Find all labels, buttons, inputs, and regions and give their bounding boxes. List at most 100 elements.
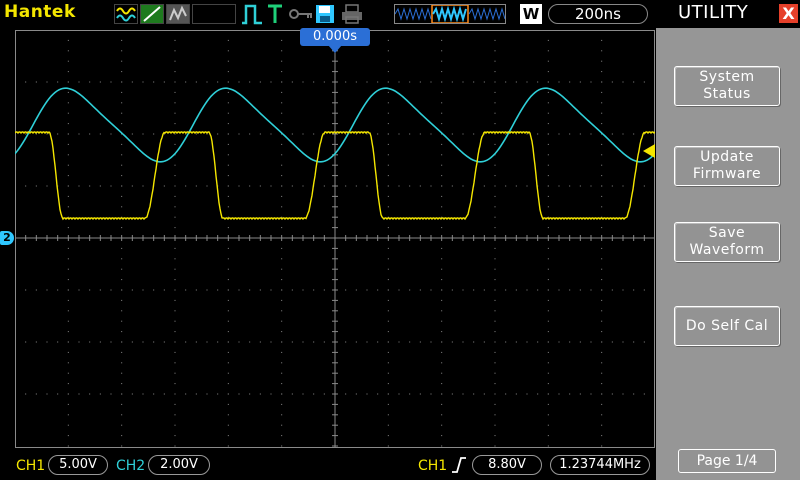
system-status-button[interactable]: System Status [674, 66, 780, 106]
grid-dot [494, 310, 496, 312]
grid-dot [387, 91, 389, 93]
ch2-ground-marker[interactable]: 2 [0, 231, 14, 245]
grid-dot [387, 133, 389, 135]
save-waveform-button[interactable]: Save Waveform [674, 222, 780, 262]
grid-dot [131, 289, 133, 291]
grid-dot [302, 81, 304, 83]
grid-dot [238, 81, 240, 83]
grid-dot [526, 133, 528, 135]
grid-dot [441, 60, 443, 62]
grid-dot [67, 39, 69, 41]
grid-dot [121, 102, 123, 104]
grid-dot [142, 341, 144, 343]
grid-dot [67, 185, 69, 187]
grid-dot [547, 143, 549, 145]
grid-dot [366, 133, 368, 135]
timebase-readout[interactable]: 200ns [548, 4, 648, 24]
grid-dot [387, 403, 389, 405]
grid-dot [387, 164, 389, 166]
grid-dot [558, 81, 560, 83]
grid-dot [505, 393, 507, 395]
grid-dot [473, 393, 475, 395]
grid-dot [441, 91, 443, 93]
grid-dot [227, 341, 229, 343]
grid-dot [121, 227, 123, 229]
grid-dot [601, 383, 603, 385]
grid-dot [494, 414, 496, 416]
grid-dot [515, 81, 517, 83]
grid-dot [67, 414, 69, 416]
grid-dot [643, 393, 645, 395]
grid-dot [121, 175, 123, 177]
grid-dot [441, 71, 443, 73]
grid-dot [57, 133, 59, 135]
grid-dot [313, 289, 315, 291]
save-disk-icon[interactable] [314, 3, 336, 29]
grid-dot [345, 393, 347, 395]
grid-dot [67, 279, 69, 281]
grid-dot [259, 185, 261, 187]
update-firmware-button[interactable]: Update Firmware [674, 146, 780, 186]
run-stop-icon[interactable] [240, 3, 264, 29]
grid-dot [601, 102, 603, 104]
grid-dot [494, 362, 496, 364]
grid-dot [281, 112, 283, 114]
grid-dot [142, 81, 144, 83]
grid-dot [547, 154, 549, 156]
grid-dot [78, 133, 80, 135]
grid-dot [430, 133, 432, 135]
grid-dot [387, 279, 389, 281]
ch1-scale[interactable]: 5.00V [48, 455, 108, 475]
grid-dot [153, 81, 155, 83]
trigger-level-readout[interactable]: 8.80V [472, 455, 542, 475]
grid-dot [281, 383, 283, 385]
close-menu-button[interactable]: X [779, 4, 798, 23]
grid-dot [121, 372, 123, 374]
grid-dot [387, 258, 389, 260]
grid-dot [121, 445, 123, 447]
grid-dot [121, 299, 123, 301]
page-selector-button[interactable]: Page 1/4 [678, 449, 776, 473]
print-icon[interactable] [340, 3, 364, 29]
grid-dot [537, 81, 539, 83]
grid-dot [227, 81, 229, 83]
ch2-scale[interactable]: 2.00V [148, 455, 210, 475]
vector-icon[interactable] [140, 4, 164, 24]
grid-dot [462, 133, 464, 135]
grid-dot [451, 393, 453, 395]
grid-dot [409, 393, 411, 395]
grid-dot [195, 393, 197, 395]
grid-dot [590, 133, 592, 135]
grid-dot [195, 289, 197, 291]
grid-dot [227, 331, 229, 333]
trigger-level-marker[interactable] [643, 144, 655, 158]
trigger-position-readout[interactable]: 0.000s [300, 28, 370, 46]
trigger-icon[interactable] [266, 3, 284, 29]
memory-window-icon[interactable] [394, 4, 506, 24]
grid-dot [451, 289, 453, 291]
grid-dot [89, 133, 91, 135]
lock-icon[interactable] [288, 3, 314, 29]
grid-dot [355, 341, 357, 343]
grid-dot [174, 414, 176, 416]
grid-dot [195, 341, 197, 343]
grid-dot [174, 50, 176, 52]
grid-dot [643, 289, 645, 291]
grid-dot [302, 393, 304, 395]
grid-dot [494, 320, 496, 322]
ch1-label: CH1 [16, 458, 46, 474]
grid-dot [281, 71, 283, 73]
grid-dot [281, 154, 283, 156]
persistence-icon[interactable] [166, 4, 190, 24]
grid-dot [398, 341, 400, 343]
grid-dot [590, 341, 592, 343]
grid-dot [35, 185, 37, 187]
do-self-cal-button[interactable]: Do Self Cal [674, 306, 780, 346]
grid-dot [131, 133, 133, 135]
grid-dot [494, 39, 496, 41]
grid-dot [227, 289, 229, 291]
waveform-display-icon[interactable] [114, 4, 138, 24]
grid-dot [462, 185, 464, 187]
grid-dot [174, 133, 176, 135]
grid-dot [387, 185, 389, 187]
